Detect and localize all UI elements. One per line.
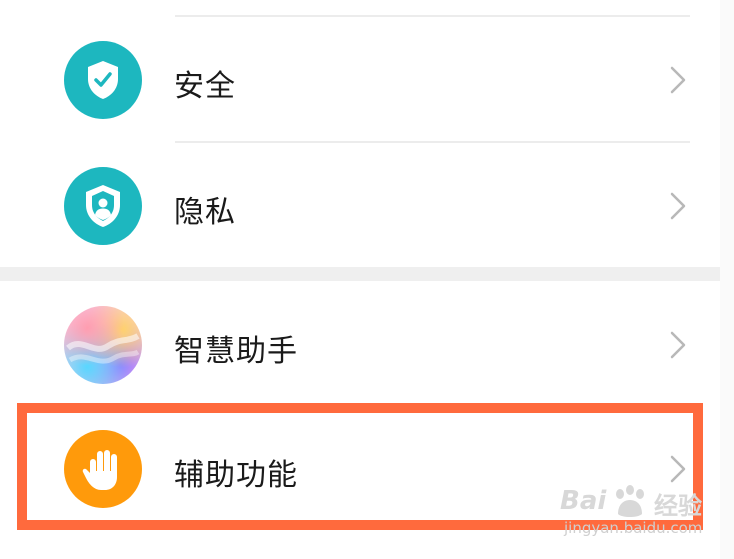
smart-assistant-icon bbox=[64, 306, 142, 384]
watermark-site: jingyan.baidu.com bbox=[564, 519, 703, 537]
screen-edge bbox=[720, 0, 734, 559]
settings-item-privacy[interactable]: 隐私 bbox=[0, 146, 720, 266]
shield-check-icon bbox=[64, 41, 142, 119]
chevron-right-icon bbox=[670, 192, 686, 220]
settings-item-label: 安全 bbox=[174, 69, 236, 104]
shield-person-icon bbox=[64, 167, 142, 245]
settings-item-security[interactable]: 安全 bbox=[0, 20, 720, 140]
section-separator bbox=[0, 267, 720, 281]
settings-item-label: 辅助功能 bbox=[174, 458, 298, 493]
row-divider bbox=[175, 15, 690, 17]
watermark-brand-suffix: 经验 bbox=[654, 492, 702, 520]
settings-item-smart-assistant[interactable]: 智慧助手 bbox=[0, 285, 720, 405]
row-divider bbox=[175, 141, 690, 143]
settings-screen: 安全 隐私 智慧助手 辅助功能 Bai 经验 jingyan.baidu.com bbox=[0, 0, 734, 559]
settings-item-label: 隐私 bbox=[174, 195, 236, 230]
baidu-jingyan-watermark: Bai 经验 jingyan.baidu.com bbox=[546, 478, 716, 542]
chevron-right-icon bbox=[670, 331, 686, 359]
settings-item-label: 智慧助手 bbox=[174, 334, 298, 369]
hand-icon bbox=[64, 430, 142, 508]
paw-icon bbox=[616, 485, 644, 517]
watermark-brand: Bai bbox=[560, 486, 607, 516]
chevron-right-icon bbox=[670, 66, 686, 94]
